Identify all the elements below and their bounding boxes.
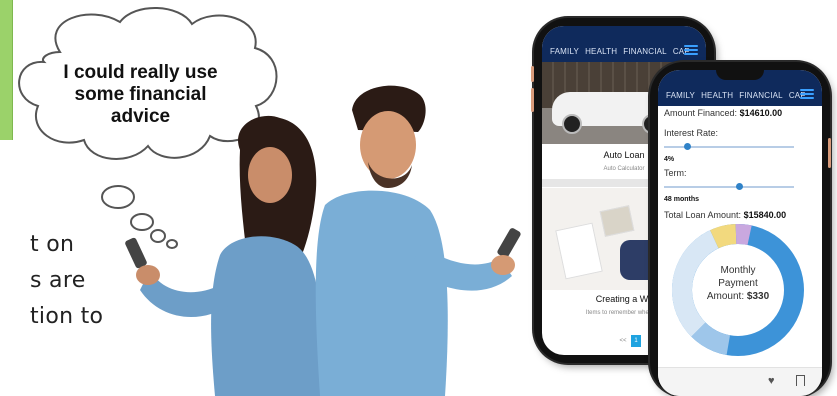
tab-health[interactable]: HEALTH [701, 91, 733, 100]
donut-line-3: Amount: $330 [706, 291, 770, 302]
card-footer: ♥ [658, 367, 822, 396]
interest-rate-slider[interactable] [664, 143, 794, 150]
volume-button-2 [531, 88, 534, 112]
tab-financial[interactable]: FINANCIAL [739, 91, 783, 100]
interest-rate-value: 4% [664, 156, 675, 163]
donut-center-label: Monthly Payment Amount: $330 [678, 264, 798, 303]
heart-icon[interactable]: ♥ [768, 375, 775, 387]
total-loan-value: $15840.00 [743, 210, 787, 220]
amount-financed-row: Amount Financed: $14610.00 [664, 108, 782, 118]
phone-front: FAMILY HEALTH FINANCIAL CAF Amount Finan… [650, 62, 831, 396]
pagination: << 1 [618, 335, 641, 347]
total-loan-row: Total Loan Amount: $15840.00 [664, 210, 786, 220]
term-label: Term: [664, 168, 687, 178]
partial-text-line-2: s are [30, 268, 86, 293]
power-button [828, 138, 831, 168]
donut-segment-4 [710, 224, 737, 249]
tab-financial[interactable]: FINANCIAL [623, 47, 667, 56]
phone-notch [716, 70, 764, 80]
tab-health[interactable]: HEALTH [585, 47, 617, 56]
tab-family[interactable]: FAMILY [666, 91, 695, 100]
term-slider[interactable] [664, 183, 794, 190]
amount-financed-label: Amount Financed: [664, 108, 738, 118]
nav-bar: FAMILY HEALTH FINANCIAL CAF [542, 26, 706, 62]
donut-segment-2 [691, 322, 731, 355]
term-value: 48 months [664, 196, 700, 203]
pager-page-1[interactable]: 1 [631, 335, 641, 347]
menu-icon[interactable] [684, 45, 698, 55]
pager-prev[interactable]: << [618, 335, 628, 347]
menu-icon[interactable] [800, 89, 814, 99]
volume-button [531, 66, 534, 82]
tab-family[interactable]: FAMILY [550, 47, 579, 56]
donut-value: $330 [746, 291, 770, 302]
donut-line-2: Payment [718, 278, 758, 289]
interest-rate-slider-knob[interactable] [683, 143, 691, 150]
interest-rate-label: Interest Rate: [664, 128, 719, 138]
phone-front-screen: FAMILY HEALTH FINANCIAL CAF Amount Finan… [658, 70, 822, 396]
donut-line-1: Monthly [720, 265, 756, 276]
bookmark-icon[interactable] [796, 375, 805, 386]
total-loan-label: Total Loan Amount: [664, 210, 742, 220]
donut-segment-5 [735, 223, 752, 246]
amount-financed-value: $14610.00 [739, 108, 783, 118]
term-slider-knob[interactable] [735, 183, 743, 190]
couple-illustration [125, 85, 521, 396]
partial-text-line-3: tion to [30, 304, 104, 329]
